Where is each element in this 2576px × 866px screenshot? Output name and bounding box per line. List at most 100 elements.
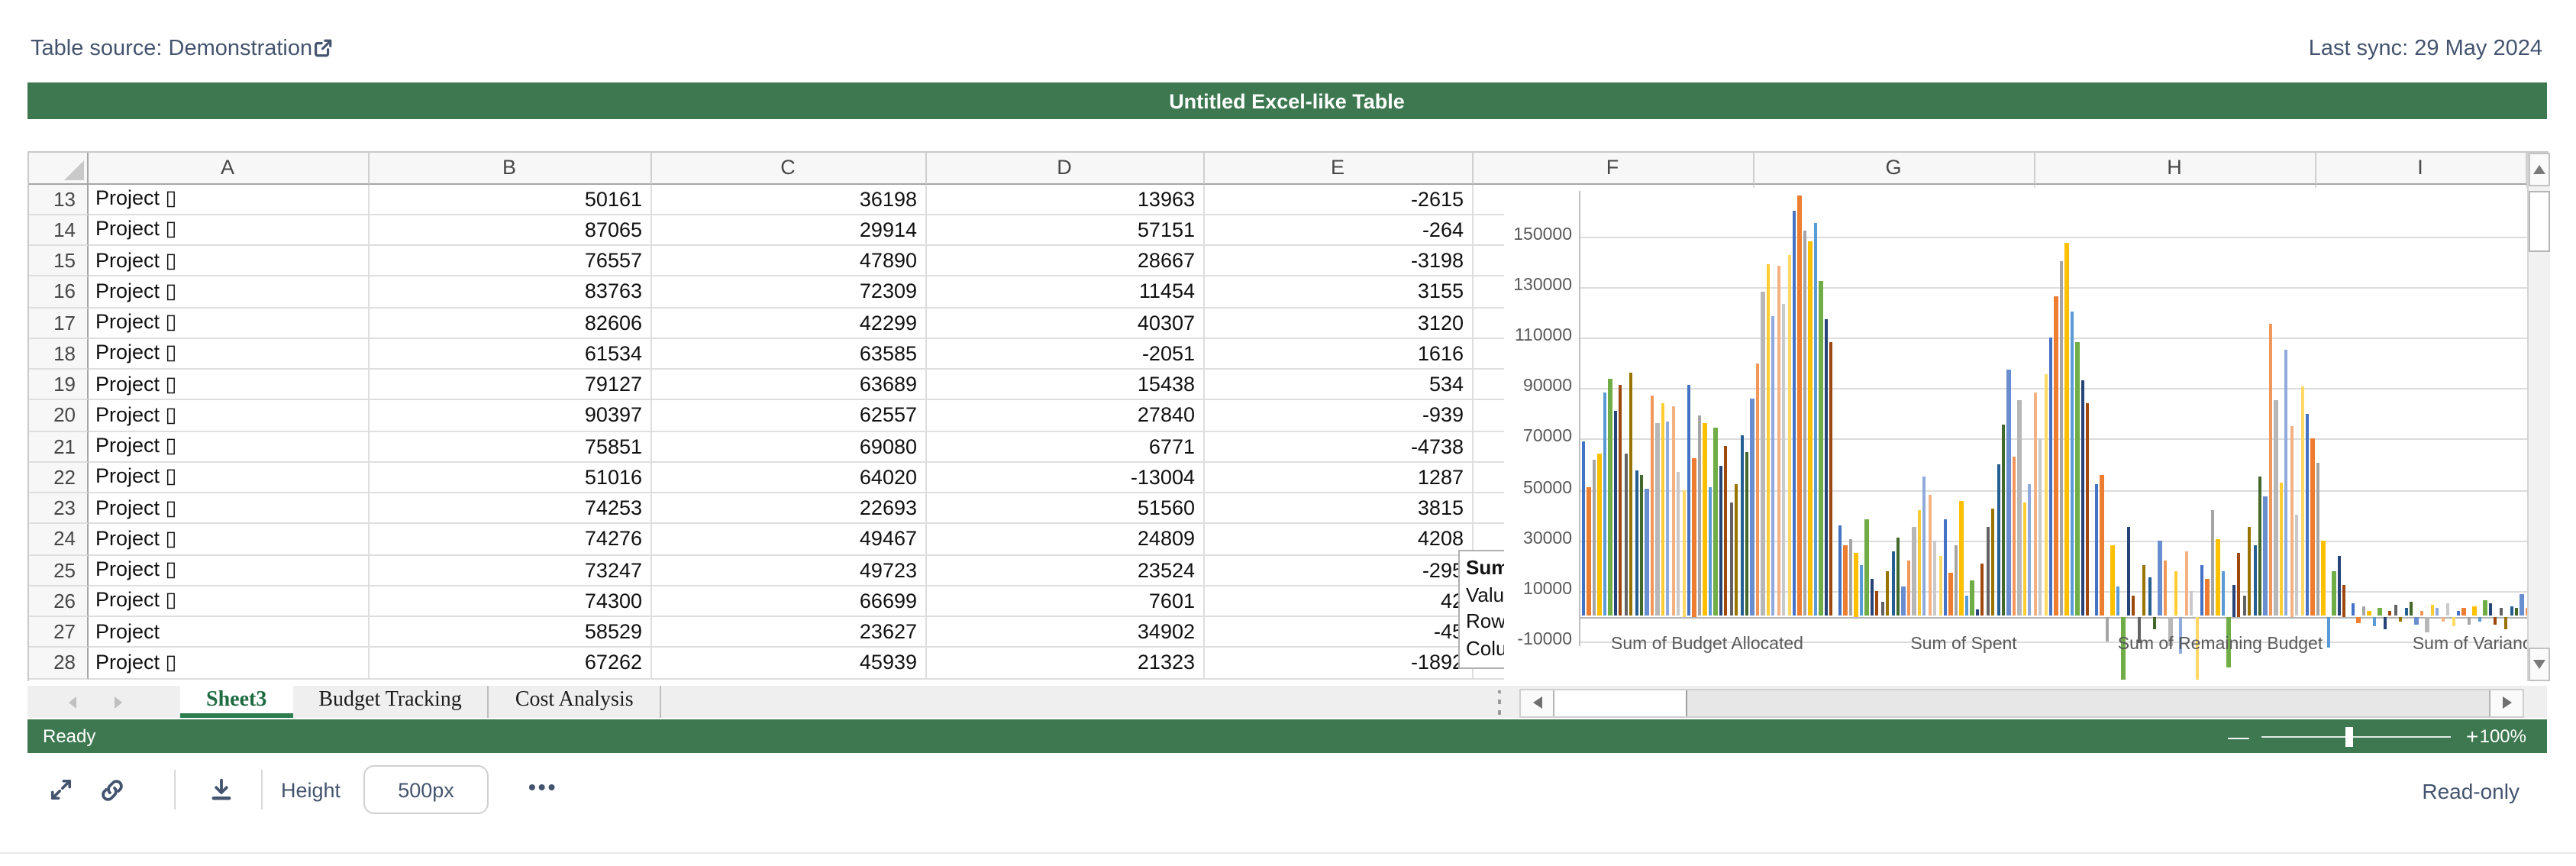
scroll-right-button[interactable] <box>2489 690 2523 716</box>
sheet-horizontal-scrollbar[interactable] <box>1519 689 2524 717</box>
scroll-down-button[interactable] <box>2529 647 2550 680</box>
cell[interactable]: 67262 <box>369 648 651 680</box>
row-header-27[interactable]: 27 <box>29 617 88 648</box>
cell[interactable]: 4208 <box>1204 525 1473 556</box>
cell[interactable]: 75851 <box>369 431 651 463</box>
cell[interactable]: Project ▯ <box>88 184 369 215</box>
cell[interactable]: 6771 <box>926 431 1204 463</box>
cell[interactable]: -3198 <box>1204 246 1473 277</box>
cell[interactable]: 15438 <box>926 370 1204 401</box>
cell[interactable]: 64020 <box>651 463 926 494</box>
cell[interactable]: 11454 <box>926 277 1204 309</box>
cell[interactable]: 23524 <box>926 555 1204 586</box>
row-header-24[interactable]: 24 <box>29 525 88 556</box>
cell[interactable]: -1892 <box>1204 648 1473 680</box>
row-header-23[interactable]: 23 <box>29 493 88 525</box>
zoom-slider-thumb[interactable] <box>2345 726 2352 746</box>
cell[interactable]: 22693 <box>651 493 926 525</box>
cell[interactable]: 13963 <box>926 184 1204 215</box>
cell[interactable]: 87065 <box>369 215 651 247</box>
cell[interactable]: Project ▯ <box>88 431 369 463</box>
cell[interactable]: Project ▯ <box>88 525 369 556</box>
expand-button[interactable] <box>47 776 75 803</box>
cell[interactable]: Project ▯ <box>88 493 369 525</box>
select-all-corner[interactable] <box>29 152 88 184</box>
cell[interactable]: -13004 <box>926 463 1204 494</box>
cell[interactable]: 3120 <box>1204 308 1473 339</box>
row-header-13[interactable]: 13 <box>29 184 88 215</box>
height-input[interactable]: 500px <box>363 765 489 814</box>
zoom-out-button[interactable]: — <box>2228 723 2249 748</box>
tab-nav-left-button[interactable] <box>61 693 82 711</box>
cell[interactable]: 3815 <box>1204 493 1473 525</box>
cell[interactable]: 21323 <box>926 648 1204 680</box>
cell[interactable]: 66699 <box>651 586 926 618</box>
row-header-28[interactable]: 28 <box>29 648 88 680</box>
cell[interactable]: 61534 <box>369 339 651 370</box>
cell[interactable]: 74253 <box>369 493 651 525</box>
scroll-left-button[interactable] <box>1521 690 1554 716</box>
cell[interactable]: Project ▯ <box>88 308 369 339</box>
download-button[interactable] <box>208 776 235 803</box>
cell[interactable]: Project <box>88 617 369 648</box>
tab-budget-tracking[interactable]: Budget Tracking <box>292 685 489 718</box>
cell[interactable]: 51560 <box>926 493 1204 525</box>
cell[interactable]: 24809 <box>926 525 1204 556</box>
cell[interactable]: 74300 <box>369 586 651 618</box>
cell[interactable]: -45 <box>1204 617 1473 648</box>
cell[interactable]: -4738 <box>1204 431 1473 463</box>
tab-nav-right-button[interactable] <box>107 693 128 711</box>
cell[interactable]: Project ▯ <box>88 339 369 370</box>
cell[interactable]: Project ▯ <box>88 215 369 247</box>
row-header-15[interactable]: 15 <box>29 246 88 277</box>
cell[interactable]: 40307 <box>926 308 1204 339</box>
cell[interactable]: Project ▯ <box>88 463 369 494</box>
cell[interactable]: Project ▯ <box>88 370 369 401</box>
external-link-icon[interactable] <box>312 37 334 60</box>
cell[interactable]: 45939 <box>651 648 926 680</box>
cell[interactable]: 79127 <box>369 370 651 401</box>
cell[interactable]: -2615 <box>1204 184 1473 215</box>
row-header-17[interactable]: 17 <box>29 308 88 339</box>
row-header-25[interactable]: 25 <box>29 555 88 586</box>
cell[interactable]: 69080 <box>651 431 926 463</box>
cell[interactable]: 3155 <box>1204 277 1473 309</box>
column-header-B[interactable]: B <box>369 152 651 184</box>
cell[interactable]: 50161 <box>369 184 651 215</box>
cell[interactable]: -264 <box>1204 215 1473 247</box>
cell[interactable]: 82606 <box>369 308 651 339</box>
copy-link-button[interactable] <box>98 776 127 805</box>
column-header-G[interactable]: G <box>1754 152 2035 184</box>
sheet-vertical-scrollbar[interactable] <box>2526 152 2549 681</box>
row-header-18[interactable]: 18 <box>29 339 88 370</box>
row-header-22[interactable]: 22 <box>29 463 88 494</box>
more-options-button[interactable]: ••• <box>528 774 557 799</box>
cell[interactable]: 1616 <box>1204 339 1473 370</box>
column-header-I[interactable]: I <box>2316 152 2526 184</box>
scroll-up-button[interactable] <box>2529 153 2550 186</box>
cell[interactable]: Project ▯ <box>88 586 369 618</box>
column-header-C[interactable]: C <box>651 152 926 184</box>
tab-sheet3[interactable]: Sheet3 <box>180 685 292 718</box>
cell[interactable]: 23627 <box>651 617 926 648</box>
column-header-E[interactable]: E <box>1204 152 1473 184</box>
cell[interactable]: 49723 <box>651 555 926 586</box>
cell[interactable]: 90397 <box>369 401 651 432</box>
tab-cost-analysis[interactable]: Cost Analysis <box>489 685 661 718</box>
row-header-20[interactable]: 20 <box>29 401 88 432</box>
column-header-A[interactable]: A <box>88 152 369 184</box>
column-header-H[interactable]: H <box>2035 152 2316 184</box>
pivot-chart[interactable]: 1500001300001100009000070000500003000010… <box>1503 188 2526 680</box>
cell[interactable]: 534 <box>1204 370 1473 401</box>
row-header-21[interactable]: 21 <box>29 431 88 463</box>
cell[interactable]: 63585 <box>651 339 926 370</box>
cell[interactable]: 58529 <box>369 617 651 648</box>
cell[interactable]: 74276 <box>369 525 651 556</box>
cell[interactable]: 36198 <box>651 184 926 215</box>
column-header-D[interactable]: D <box>926 152 1204 184</box>
cell[interactable]: 62557 <box>651 401 926 432</box>
cell[interactable]: 51016 <box>369 463 651 494</box>
zoom-in-button[interactable]: + <box>2466 723 2478 748</box>
cell[interactable]: 83763 <box>369 277 651 309</box>
row-header-14[interactable]: 14 <box>29 215 88 247</box>
